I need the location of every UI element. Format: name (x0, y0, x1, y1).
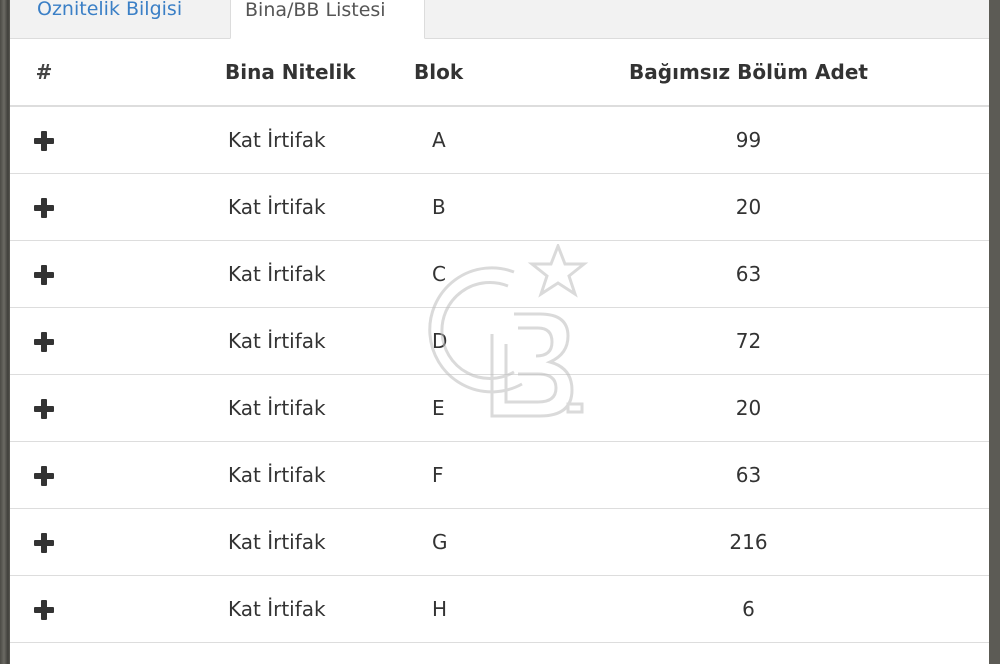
table-row: Kat İrtifak F 63 (10, 441, 989, 509)
header-hash: # (10, 39, 78, 107)
building-table: # Bina Nitelik Blok Bağımsız Bölüm Adet … (10, 39, 989, 643)
blok-cell: H (368, 575, 508, 643)
bina-nitelik-cell: Kat İrtifak (78, 374, 368, 442)
blok-cell: B (368, 173, 508, 241)
table-row: Kat İrtifak E 20 (10, 374, 989, 442)
bina-nitelik-cell: Kat İrtifak (78, 441, 368, 509)
bina-nitelik-cell: Kat İrtifak (78, 106, 368, 174)
expand-cell (10, 575, 78, 643)
table-row: Kat İrtifak A 99 (10, 106, 989, 174)
table-row: Kat İrtifak C 63 (10, 240, 989, 308)
blok-cell: G (368, 508, 508, 576)
plus-icon[interactable] (34, 198, 54, 218)
table-row: Kat İrtifak G 216 (10, 508, 989, 576)
adet-cell: 72 (508, 307, 989, 375)
expand-cell (10, 173, 78, 241)
plus-icon[interactable] (34, 600, 54, 620)
table-row: Kat İrtifak D 72 (10, 307, 989, 375)
table-row: Kat İrtifak B 20 (10, 173, 989, 241)
bina-nitelik-cell: Kat İrtifak (78, 173, 368, 241)
header-bagimsiz-bolum-adet: Bağımsız Bölüm Adet (508, 39, 989, 107)
table-row: Kat İrtifak H 6 (10, 575, 989, 643)
expand-cell (10, 106, 78, 174)
bina-nitelik-cell: Kat İrtifak (78, 307, 368, 375)
blok-cell: D (368, 307, 508, 375)
tab-bina-bb-listesi[interactable]: Bina/BB Listesi (230, 0, 425, 39)
bina-nitelik-cell: Kat İrtifak (78, 575, 368, 643)
expand-cell (10, 307, 78, 375)
plus-icon[interactable] (34, 332, 54, 352)
expand-cell (10, 441, 78, 509)
bina-nitelik-cell: Kat İrtifak (78, 508, 368, 576)
header-blok: Blok (368, 39, 508, 107)
bina-nitelik-cell: Kat İrtifak (78, 240, 368, 308)
tab-oznitelik-bilgisi[interactable]: Öznitelik Bilgisi (37, 0, 182, 39)
adet-cell: 216 (508, 508, 989, 576)
adet-cell: 20 (508, 374, 989, 442)
adet-cell: 6 (508, 575, 989, 643)
expand-cell (10, 374, 78, 442)
blok-cell: F (368, 441, 508, 509)
plus-icon[interactable] (34, 131, 54, 152)
adet-cell: 63 (508, 441, 989, 509)
blok-cell: A (368, 106, 508, 174)
header-bina-nitelik: Bina Nitelik (78, 39, 368, 107)
plus-icon[interactable] (34, 399, 54, 419)
adet-cell: 99 (508, 106, 989, 174)
adet-cell: 20 (508, 173, 989, 241)
table-header-row: # Bina Nitelik Blok Bağımsız Bölüm Adet (10, 39, 989, 107)
adet-cell: 63 (508, 240, 989, 308)
tab-bar: Öznitelik Bilgisi Bina/BB Listesi (10, 0, 989, 39)
plus-icon[interactable] (34, 265, 54, 285)
blok-cell: E (368, 374, 508, 442)
expand-cell (10, 508, 78, 576)
plus-icon[interactable] (34, 533, 54, 553)
plus-icon[interactable] (34, 466, 54, 486)
expand-cell (10, 240, 78, 308)
blok-cell: C (368, 240, 508, 308)
info-panel: Öznitelik Bilgisi Bina/BB Listesi # Bina… (10, 0, 989, 664)
